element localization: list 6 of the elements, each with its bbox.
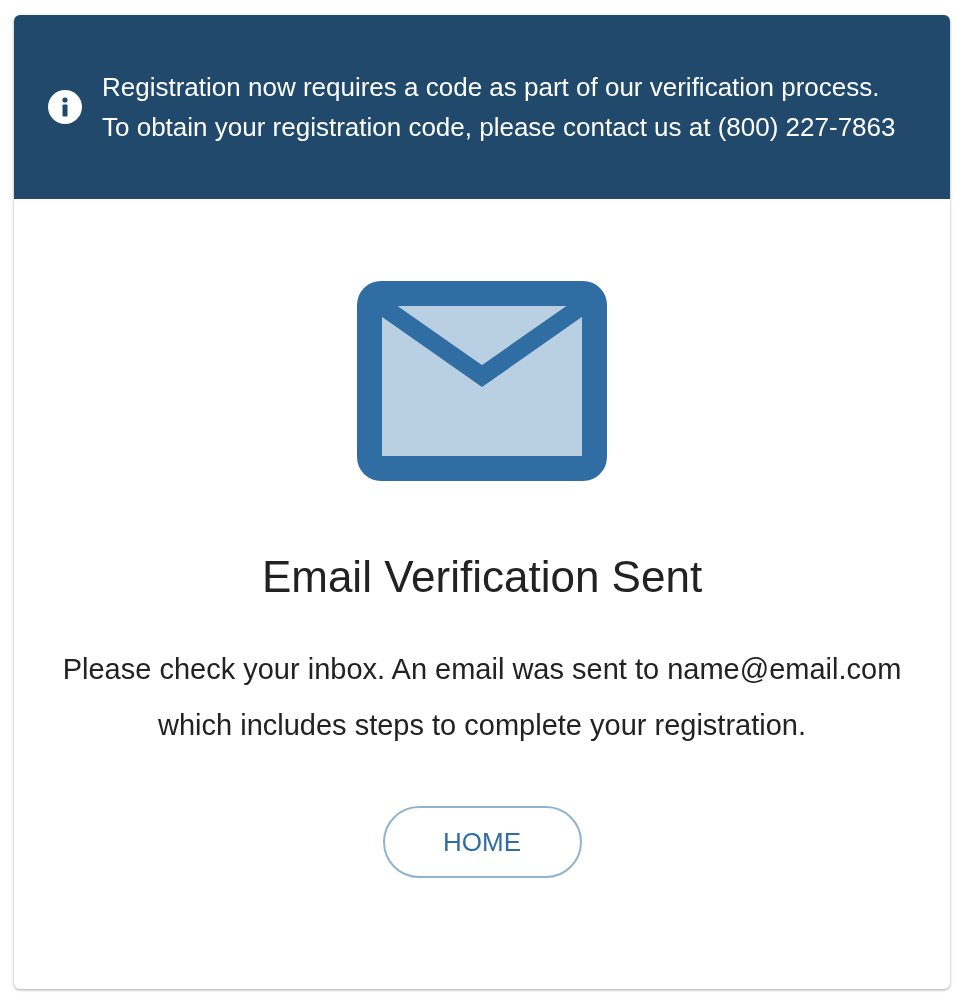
home-button[interactable]: HOME xyxy=(382,806,582,878)
notice-text: Registration now requires a code as part of our verification process. To obtain your registration code, please contact us at (800) 227-7863 xyxy=(102,71,897,144)
page-title: Email Verification Sent xyxy=(261,551,703,603)
info-icon xyxy=(48,90,82,124)
envelope-icon xyxy=(357,281,607,481)
message-text: Please check your inbox. An email was sent to name@email.com which includes steps to complete your registration. xyxy=(61,652,903,743)
